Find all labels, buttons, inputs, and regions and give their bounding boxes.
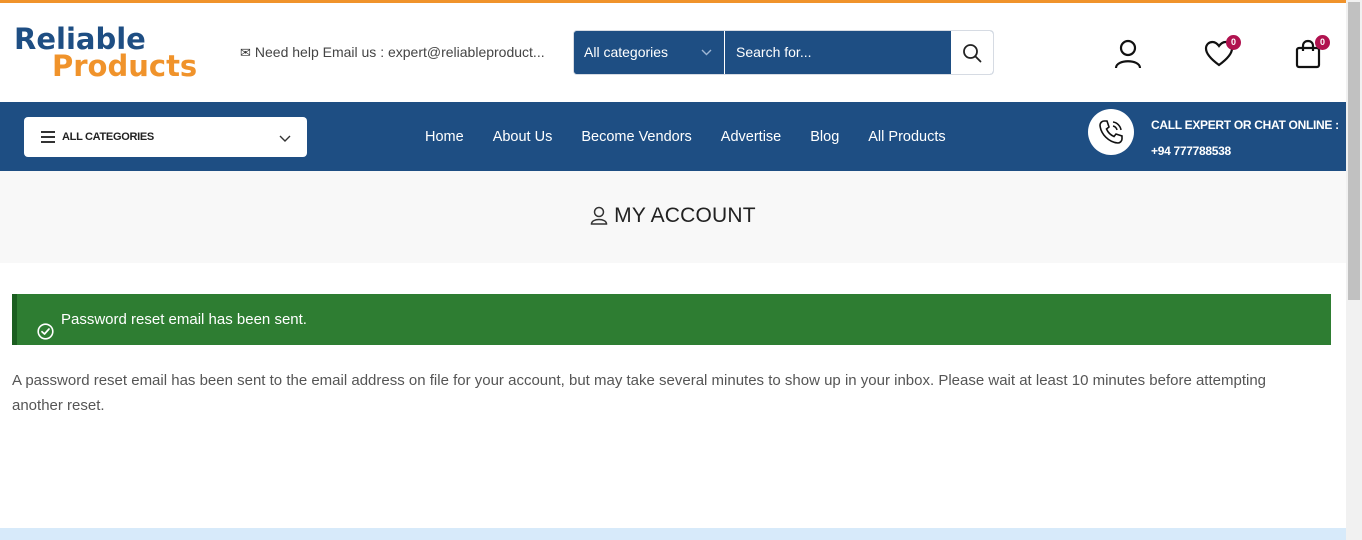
category-select[interactable]: All categories (574, 31, 725, 74)
cart-button[interactable]: 0 (1292, 35, 1330, 71)
notice-text: Password reset email has been sent. (61, 311, 307, 328)
mail-icon: ✉ (240, 45, 251, 60)
user-icon (1114, 39, 1142, 69)
search-input[interactable]: Search for... (726, 31, 951, 74)
chevron-down-icon (279, 130, 291, 148)
search-icon (963, 43, 982, 62)
search-button[interactable] (951, 31, 993, 74)
reset-message: A password reset email has been sent to … (12, 372, 1267, 414)
wishlist-count-badge: 0 (1226, 35, 1241, 50)
nav-item-home[interactable]: Home (425, 129, 464, 145)
nav-menu: Home About Us Become Vendors Advertise B… (425, 102, 975, 171)
help-email: ✉ Need help Email us : expert@reliablepro… (240, 44, 545, 61)
page-title-text: MY ACCOUNT (614, 204, 756, 227)
scrollbar-thumb[interactable] (1348, 2, 1360, 300)
call-number[interactable]: +94 777788538 (1151, 138, 1339, 164)
all-categories-label: ALL CATEGORIES (62, 131, 154, 143)
nav-item-all-products[interactable]: All Products (868, 129, 945, 145)
wishlist-button[interactable]: 0 (1203, 35, 1241, 71)
help-text: Need help Email us : expert@reliableprod… (254, 44, 545, 60)
page-title-band: MY ACCOUNT (0, 171, 1346, 263)
nav-item-advertise[interactable]: Advertise (721, 129, 781, 145)
check-circle-icon (37, 310, 54, 361)
nav-item-become-vendors[interactable]: Become Vendors (581, 129, 691, 145)
logo[interactable]: Reliable Products (14, 23, 214, 83)
user-icon (590, 206, 608, 225)
logo-line2: Products (52, 49, 198, 83)
page-title: MY ACCOUNT (0, 204, 1346, 228)
call-expert: CALL EXPERT OR CHAT ONLINE : +94 7777885… (1151, 112, 1339, 164)
header: Reliable Products ✉ Need help Email us : … (0, 3, 1346, 102)
category-select-value: All categories (584, 44, 669, 60)
footer-band (0, 528, 1346, 540)
cart-count-badge: 0 (1315, 35, 1330, 50)
nav-item-about-us[interactable]: About Us (493, 129, 553, 145)
phone-icon[interactable] (1088, 109, 1134, 155)
main-nav: ALL CATEGORIES Home About Us Become Vend… (0, 102, 1346, 171)
search-bar: All categories Search for... (573, 30, 994, 75)
chevron-down-icon (701, 31, 712, 74)
call-label: CALL EXPERT OR CHAT ONLINE : (1151, 118, 1339, 132)
nav-item-blog[interactable]: Blog (810, 129, 839, 145)
scrollbar[interactable] (1346, 0, 1362, 540)
all-categories-button[interactable]: ALL CATEGORIES (24, 117, 307, 157)
menu-icon (41, 131, 55, 146)
page: Reliable Products ✉ Need help Email us : … (0, 0, 1346, 540)
success-notice: Password reset email has been sent. (12, 294, 1331, 345)
account-button[interactable] (1112, 37, 1144, 71)
